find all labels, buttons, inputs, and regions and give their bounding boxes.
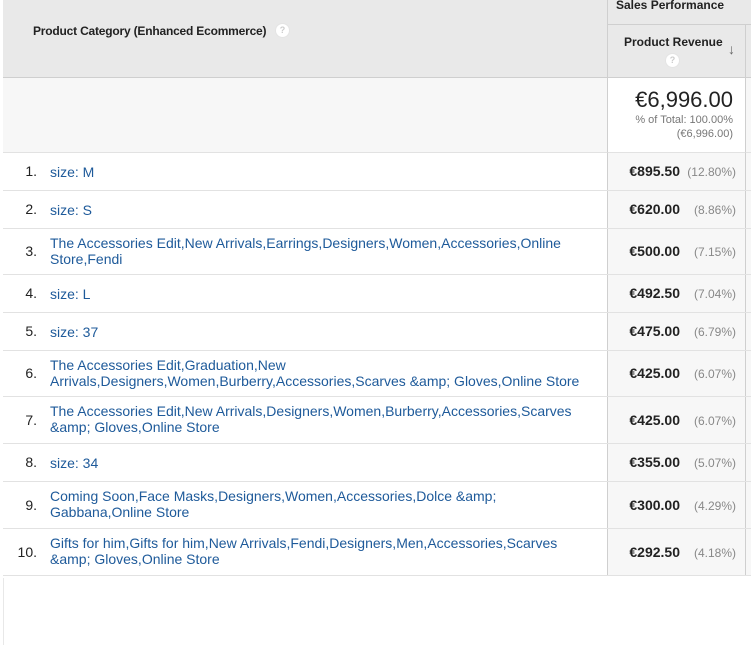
- revenue-value: €492.50: [629, 285, 680, 301]
- row-edge: [746, 191, 751, 228]
- total-percent-line: % of Total: 100.00%: [635, 114, 733, 126]
- row-rank: 6.: [25, 365, 37, 381]
- table-row: 1. size: M €895.50 (12.80%): [3, 153, 751, 191]
- group-header-label: Sales Performance: [616, 0, 725, 12]
- table-left-border: [3, 578, 4, 645]
- row-edge: [746, 482, 751, 528]
- row-rank: 4.: [25, 285, 37, 301]
- totals-row-label-cell: [3, 78, 608, 153]
- category-link[interactable]: size: M: [50, 164, 590, 180]
- row-rank: 5.: [25, 323, 37, 339]
- revenue-share: (4.18%): [693, 546, 736, 560]
- dimension-header[interactable]: Product Category (Enhanced Ecommerce) ?: [3, 0, 608, 78]
- data-table-body: 1. size: M €895.50 (12.80%) 2. size: S €620.00…: [3, 153, 751, 576]
- revenue-share: (6.79%): [693, 325, 736, 339]
- revenue-value: €425.00: [629, 412, 680, 428]
- table-row: 2. size: S €620.00 (8.86%): [3, 191, 751, 229]
- row-edge: [746, 351, 751, 396]
- table-row: 10. Gifts for him,Gifts for him,New Arriv…: [3, 529, 751, 576]
- group-header: Sales Performance: [608, 0, 751, 25]
- help-icon[interactable]: ?: [665, 53, 680, 68]
- row-rank: 1.: [25, 163, 37, 179]
- table-row: 4. size: L €492.50 (7.04%): [3, 275, 751, 313]
- table-row: 7. The Accessories Edit,New Arrivals,Desi…: [3, 397, 751, 444]
- category-link[interactable]: size: S: [50, 202, 590, 218]
- category-link[interactable]: The Accessories Edit,New Arrivals,Design…: [50, 403, 590, 435]
- row-rank: 2.: [25, 201, 37, 217]
- row-edge: [746, 529, 751, 575]
- revenue-share: (8.86%): [693, 203, 736, 217]
- header-edge: [746, 25, 751, 78]
- revenue-value: €475.00: [629, 323, 680, 339]
- revenue-share: (4.29%): [693, 499, 736, 513]
- revenue-share: (12.80%): [687, 165, 736, 179]
- dimension-header-label: Product Category (Enhanced Ecommerce): [33, 24, 267, 38]
- table-row: 9. Coming Soon,Face Masks,Designers,Women…: [3, 482, 751, 529]
- row-edge: [746, 229, 751, 274]
- category-link[interactable]: size: L: [50, 286, 590, 302]
- row-rank: 3.: [25, 243, 37, 259]
- table-row: 8. size: 34 €355.00 (5.07%): [3, 444, 751, 482]
- category-link[interactable]: Gifts for him,Gifts for him,New Arrivals…: [50, 535, 590, 567]
- revenue-share: (7.04%): [693, 287, 736, 301]
- revenue-value: €355.00: [629, 454, 680, 470]
- row-rank: 10.: [17, 544, 37, 560]
- total-revenue: €6,996.00: [635, 87, 733, 112]
- metric-header-product-revenue[interactable]: Product Revenue ? ↓: [608, 25, 746, 78]
- row-edge: [746, 313, 751, 350]
- row-edge: [746, 275, 751, 312]
- revenue-value: €292.50: [629, 544, 680, 560]
- table-row: 3. The Accessories Edit,New Arrivals,Earr…: [3, 229, 751, 275]
- revenue-share: (7.15%): [693, 245, 736, 259]
- revenue-value: €620.00: [629, 201, 680, 217]
- revenue-share: (5.07%): [693, 456, 736, 470]
- category-link[interactable]: size: 37: [50, 324, 590, 340]
- sort-descending-icon[interactable]: ↓: [728, 41, 735, 57]
- category-link[interactable]: The Accessories Edit,New Arrivals,Earrin…: [50, 235, 590, 267]
- row-edge: [746, 153, 751, 190]
- row-edge: [746, 444, 751, 481]
- revenue-share: (6.07%): [693, 367, 736, 381]
- revenue-value: €895.50: [629, 163, 680, 179]
- row-rank: 7.: [25, 412, 37, 428]
- table-row: 6. The Accessories Edit,Graduation,New Ar…: [3, 351, 751, 397]
- category-link[interactable]: size: 34: [50, 455, 590, 471]
- total-absolute-line: (€6,996.00): [676, 128, 733, 140]
- revenue-value: €425.00: [629, 365, 680, 381]
- revenue-share: (6.07%): [693, 414, 736, 428]
- category-link[interactable]: Coming Soon,Face Masks,Designers,Women,A…: [50, 488, 590, 520]
- row-rank: 8.: [25, 454, 37, 470]
- totals-cell: €6,996.00 % of Total: 100.00% (€6,996.00…: [608, 78, 746, 153]
- totals-edge: [746, 78, 751, 153]
- help-icon[interactable]: ?: [275, 23, 290, 38]
- revenue-value: €300.00: [629, 497, 680, 513]
- metric-header-label: Product Revenue: [624, 35, 723, 49]
- total-percent: % of Total: 100.00% (€6,996.00): [635, 113, 733, 141]
- category-link[interactable]: The Accessories Edit,Graduation,New Arri…: [50, 357, 590, 389]
- table-row: 5. size: 37 €475.00 (6.79%): [3, 313, 751, 351]
- row-rank: 9.: [25, 497, 37, 513]
- revenue-value: €500.00: [629, 243, 680, 259]
- row-edge: [746, 397, 751, 443]
